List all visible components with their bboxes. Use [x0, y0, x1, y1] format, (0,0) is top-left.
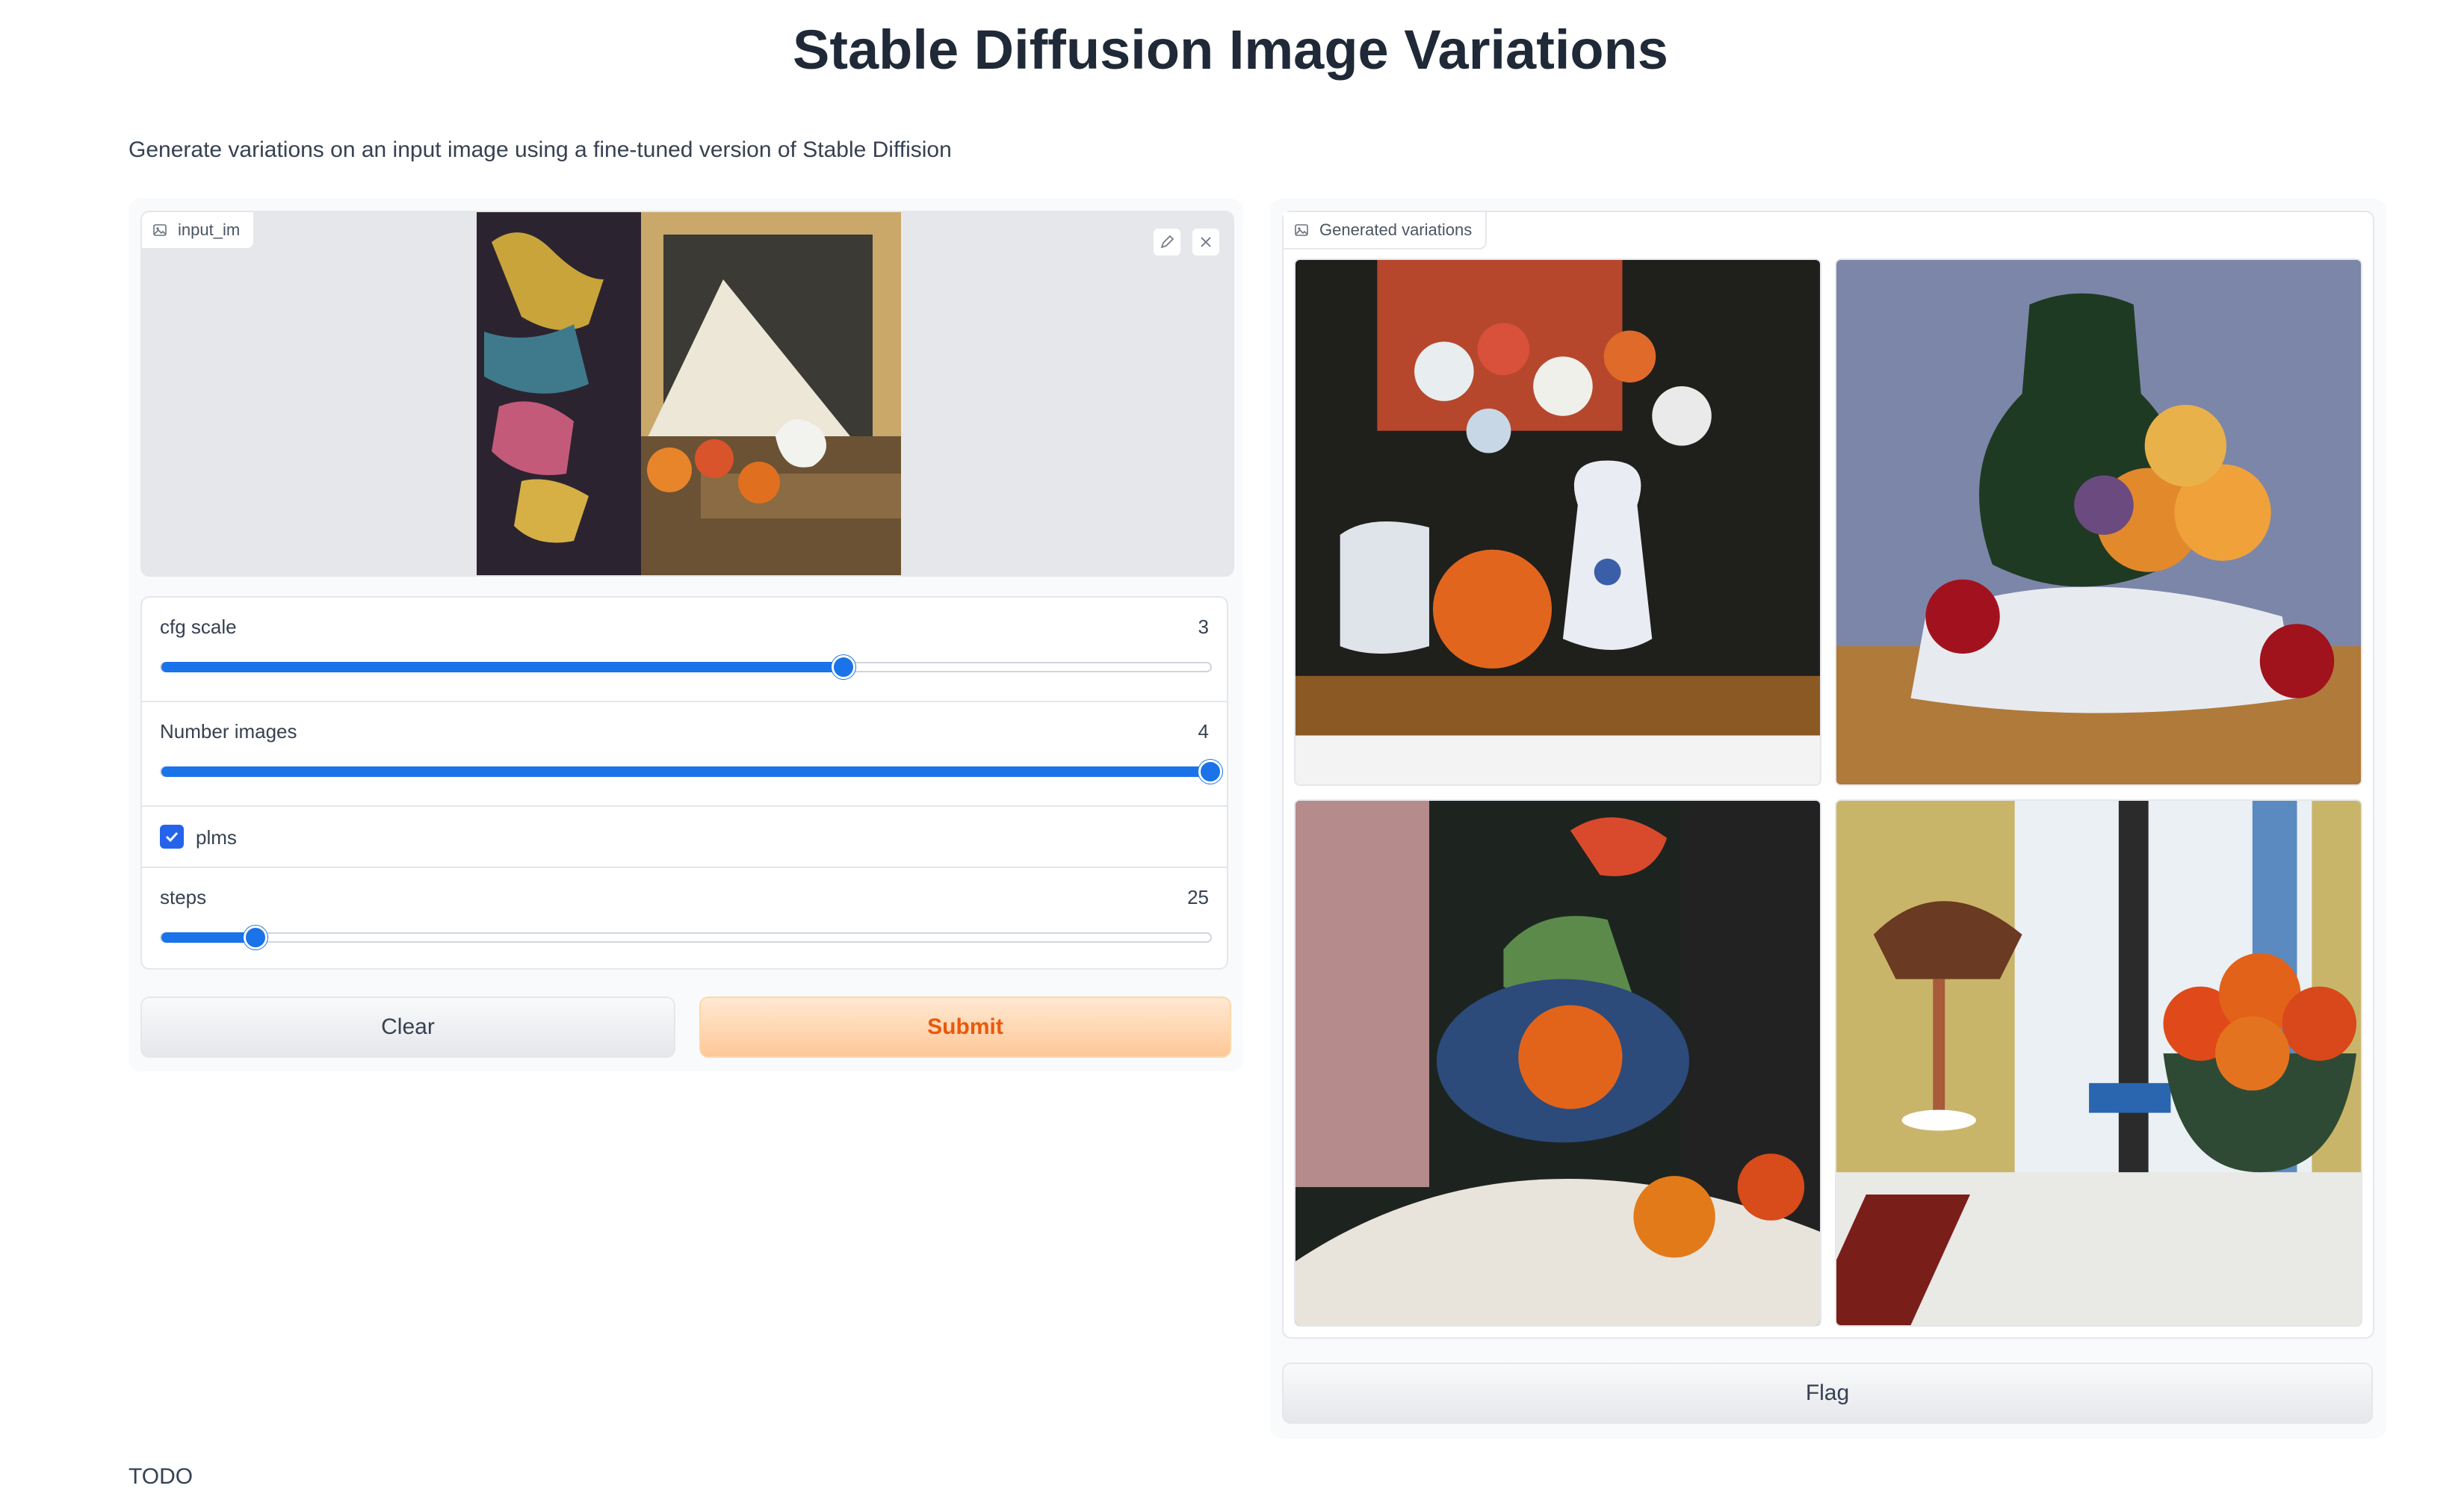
variation-image-1 [1295, 260, 1820, 784]
gallery-label: Generated variations [1284, 212, 1488, 250]
cfg-scale-row: cfg scale 3 [142, 598, 1227, 702]
image-icon [153, 224, 167, 236]
plms-label: plms [196, 826, 237, 849]
number-images-slider-fill [161, 766, 1210, 777]
plms-row[interactable]: plms [142, 807, 1227, 868]
generated-gallery: Generated variations [1282, 211, 2374, 1339]
steps-slider-fill [161, 932, 256, 943]
variation-image-4 [1836, 801, 2361, 1325]
number-images-slider-thumb[interactable] [1198, 760, 1222, 784]
number-images-value[interactable]: 4 [1198, 720, 1209, 743]
pencil-icon [1160, 235, 1174, 249]
number-images-label: Number images [160, 720, 297, 743]
variation-image-3 [1295, 801, 1820, 1325]
page-title: Stable Diffusion Image Variations [793, 19, 1668, 81]
cfg-scale-slider[interactable] [160, 655, 1212, 679]
steps-slider[interactable] [160, 926, 1212, 949]
edit-button[interactable] [1152, 227, 1182, 257]
output-panel: Generated variations Flag [1270, 199, 2386, 1439]
check-icon [165, 831, 179, 843]
input-image-label-text: input_im [178, 220, 241, 239]
image-icon [1295, 224, 1308, 236]
variation-thumbnail-4[interactable] [1835, 799, 2362, 1327]
page-description: Generate variations on an input image us… [129, 137, 952, 162]
variation-thumbnail-3[interactable] [1294, 799, 1821, 1327]
steps-label: steps [160, 886, 207, 908]
input-image-area[interactable]: input_im [140, 211, 1234, 577]
number-images-slider[interactable] [160, 760, 1222, 784]
footer-text: TODO [129, 1464, 194, 1489]
flag-button[interactable]: Flag [1282, 1363, 2373, 1424]
variation-thumbnail-1[interactable] [1294, 258, 1821, 786]
cfg-scale-label: cfg scale [160, 616, 237, 638]
steps-value[interactable]: 25 [1187, 886, 1209, 909]
input-panel: input_im cfg scale 3 Number images 4 plm… [129, 199, 1243, 1071]
number-images-row: Number images 4 [142, 702, 1227, 807]
input-image-label: input_im [142, 212, 256, 250]
submit-button[interactable]: Submit [699, 997, 1231, 1058]
plms-checkbox[interactable] [160, 825, 184, 849]
steps-row: steps 25 [142, 868, 1227, 968]
gallery-label-text: Generated variations [1319, 220, 1473, 239]
controls-box: cfg scale 3 Number images 4 plms steps 2… [140, 596, 1228, 970]
close-icon [1201, 237, 1211, 247]
input-image [477, 212, 901, 575]
cfg-scale-slider-fill [161, 662, 843, 672]
variation-thumbnail-2[interactable] [1835, 258, 2362, 786]
variation-image-2 [1836, 260, 2361, 784]
clear-image-button[interactable] [1191, 227, 1221, 257]
steps-slider-thumb[interactable] [244, 926, 268, 949]
clear-button[interactable]: Clear [140, 997, 675, 1058]
cfg-scale-slider-thumb[interactable] [831, 655, 855, 679]
cfg-scale-value[interactable]: 3 [1198, 616, 1209, 639]
